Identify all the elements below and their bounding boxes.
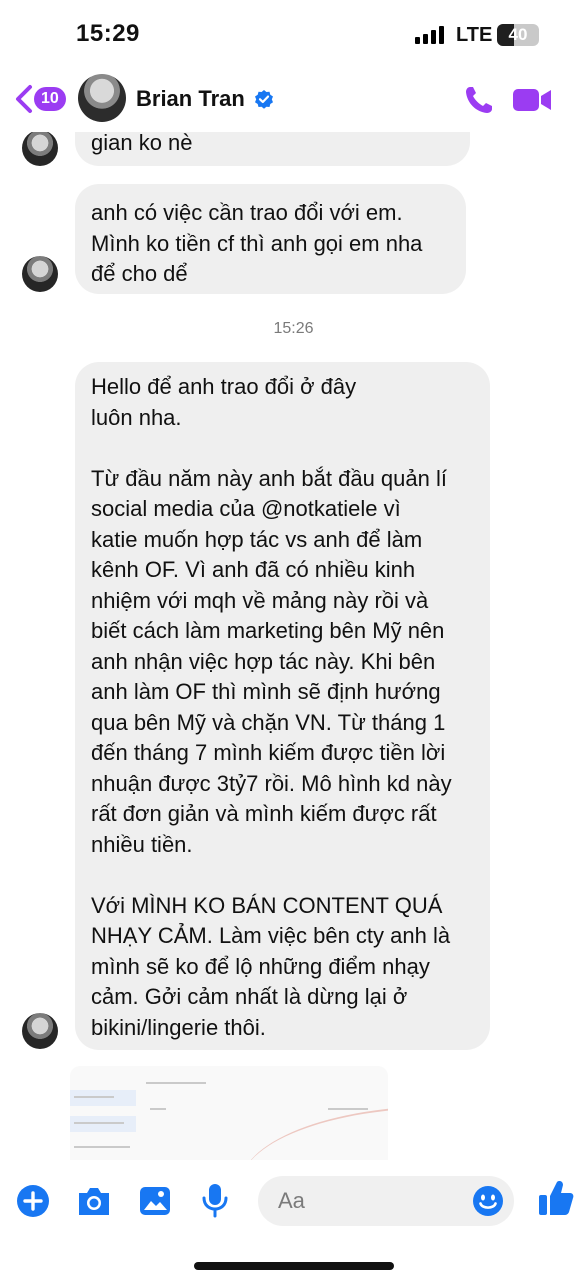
message-bubble[interactable]: anh có việc cần trao đổi với em. Mình ko…: [75, 184, 466, 294]
sender-avatar[interactable]: [22, 130, 58, 166]
message-composer: Aa: [0, 1160, 587, 1280]
sender-avatar[interactable]: [22, 1013, 58, 1049]
input-placeholder: Aa: [278, 1188, 305, 1213]
emoji-icon[interactable]: [472, 1185, 504, 1217]
message-text: gian ko nè: [91, 130, 193, 155]
message-text: anh có việc cần trao đổi với em. Mình ko…: [91, 200, 423, 286]
battery-level: 40: [508, 25, 528, 44]
message-text: Hello để anh trao đổi ở đây luôn nha. Từ…: [91, 374, 452, 1040]
contact-avatar[interactable]: [78, 74, 126, 122]
unread-count-badge: 10: [34, 87, 66, 111]
camera-icon[interactable]: [76, 1184, 112, 1218]
verified-icon: [255, 90, 273, 109]
network-label: LTE: [456, 24, 493, 46]
conversation-header: 10 Brian Tran: [0, 70, 587, 132]
contact-name[interactable]: Brian Tran: [136, 86, 245, 112]
status-bar: 15:29 LTE 40: [0, 0, 587, 70]
battery-icon: 40: [497, 24, 539, 46]
status-time: 15:29: [76, 20, 140, 47]
chat-screen: 15:29 LTE 40 10 Brian Tran gian ko nè an…: [0, 0, 587, 1280]
chevron-left-icon: [16, 85, 32, 113]
microphone-icon[interactable]: [200, 1182, 230, 1218]
message-bubble[interactable]: Hello để anh trao đổi ở đây luôn nha. Từ…: [75, 362, 490, 1050]
message-timestamp: 15:26: [273, 320, 314, 337]
home-indicator: [194, 1262, 394, 1270]
gallery-icon[interactable]: [138, 1184, 172, 1218]
plus-icon[interactable]: [16, 1184, 50, 1218]
sender-avatar[interactable]: [22, 256, 58, 292]
video-camera-icon[interactable]: [512, 86, 552, 114]
signal-icon: [415, 26, 447, 44]
thumbs-up-icon[interactable]: [537, 1178, 575, 1218]
phone-icon[interactable]: [463, 84, 495, 116]
back-button[interactable]: 10: [12, 82, 66, 116]
